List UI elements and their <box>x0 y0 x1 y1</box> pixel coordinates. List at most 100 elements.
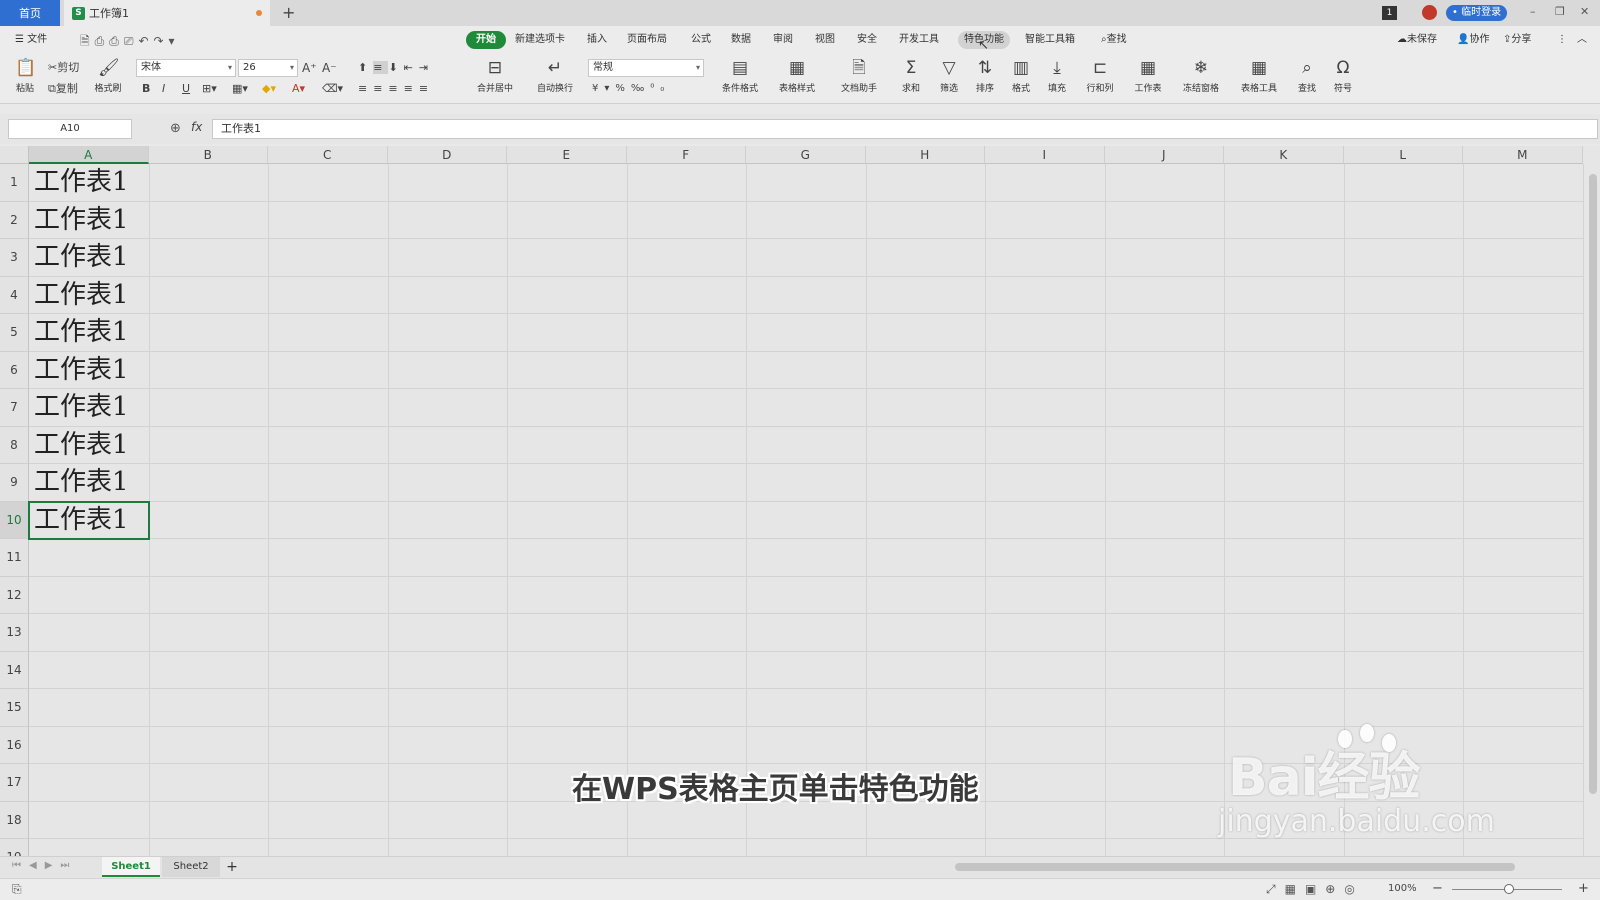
wrap-text-button[interactable]: ↵ 自动换行 <box>530 58 580 94</box>
tab-formulas[interactable]: 公式 <box>686 31 716 49</box>
row-header-8[interactable]: 8 <box>0 426 29 464</box>
tab-security[interactable]: 安全 <box>852 31 882 49</box>
more-icon[interactable]: ⋮ <box>1552 31 1572 49</box>
row-header-7[interactable]: 7 <box>0 389 29 427</box>
tab-developer[interactable]: 开发工具 <box>894 31 944 49</box>
vertical-align-icons[interactable]: ⬆≡⬇⇤⇥ <box>358 60 434 76</box>
row-header-2[interactable]: 2 <box>0 201 29 239</box>
column-header-l[interactable]: L <box>1343 146 1463 164</box>
sort-button[interactable]: ⇅ 排序 <box>970 58 1000 94</box>
column-header-j[interactable]: J <box>1104 146 1224 164</box>
cell-a1[interactable]: 工作表1 <box>30 164 148 202</box>
zoom-slider-knob[interactable] <box>1504 884 1514 894</box>
cell-a6[interactable]: 工作表1 <box>30 352 148 390</box>
horizontal-align-icons[interactable]: ≡≡≡≡≡ <box>358 81 434 97</box>
close-button[interactable]: ✕ <box>1580 5 1589 18</box>
cell-a4[interactable]: 工作表1 <box>30 277 148 315</box>
borders-icon[interactable]: ⊞▾ <box>202 81 217 97</box>
symbol-button[interactable]: Ω 符号 <box>1328 58 1358 94</box>
tab-new-tab[interactable]: 新建选项卡 <box>510 31 570 49</box>
restore-button[interactable]: ❐ <box>1555 5 1565 18</box>
column-header-f[interactable]: F <box>626 146 746 164</box>
tab-home[interactable]: 开始 <box>466 31 506 49</box>
avatar[interactable] <box>1422 5 1437 20</box>
row-header-16[interactable]: 16 <box>0 726 29 764</box>
collaborate-button[interactable]: 👤协作 <box>1452 31 1494 49</box>
column-header-h[interactable]: H <box>865 146 985 164</box>
column-header-i[interactable]: I <box>985 146 1105 164</box>
row-header-15[interactable]: 15 <box>0 689 29 727</box>
bold-button[interactable]: B <box>142 81 150 97</box>
cell-a5[interactable]: 工作表1 <box>30 314 148 352</box>
sum-button[interactable]: Σ 求和 <box>896 58 926 94</box>
fx-icon[interactable]: fx <box>191 120 202 134</box>
worksheet-button[interactable]: ▦ 工作表 <box>1128 58 1168 94</box>
row-header-4[interactable]: 4 <box>0 276 29 314</box>
copy-button[interactable]: ⧉复制 <box>48 81 78 97</box>
row-header-11[interactable]: 11 <box>0 539 29 577</box>
column-header-c[interactable]: C <box>268 146 388 164</box>
vertical-scrollbar[interactable] <box>1586 146 1600 856</box>
add-sheet-button[interactable]: + <box>222 857 242 877</box>
row-header-5[interactable]: 5 <box>0 314 29 352</box>
row-header-10[interactable]: 10 <box>0 501 29 539</box>
tab-data[interactable]: 数据 <box>726 31 756 49</box>
fill-button[interactable]: ⤓ 填充 <box>1042 58 1072 94</box>
row-header-13[interactable]: 13 <box>0 614 29 652</box>
table-tools-button[interactable]: ▦ 表格工具 <box>1234 58 1284 94</box>
cell-a7[interactable]: 工作表1 <box>30 389 148 427</box>
cell-a9[interactable]: 工作表1 <box>30 464 148 502</box>
number-format-icons[interactable]: ¥▾%‰⁰₀ <box>592 81 670 97</box>
tab-review[interactable]: 审阅 <box>768 31 798 49</box>
zoom-formula-icon[interactable]: ⊕ <box>170 121 181 136</box>
find-button[interactable]: ⌕ 查找 <box>1292 58 1322 94</box>
italic-button[interactable]: I <box>162 81 165 97</box>
column-header-b[interactable]: B <box>148 146 268 164</box>
minimize-button[interactable]: – <box>1530 5 1536 18</box>
row-header-12[interactable]: 12 <box>0 576 29 614</box>
row-header-17[interactable]: 17 <box>0 764 29 802</box>
macro-icon[interactable]: ⎘ <box>12 882 22 897</box>
row-header-19[interactable]: 19 <box>0 839 29 856</box>
horizontal-scroll-thumb[interactable] <box>955 863 1515 871</box>
sheet-nav-icons[interactable]: ⏮◀▶⏭ <box>12 860 77 871</box>
merge-center-button[interactable]: ⊟ 合并居中 <box>470 58 520 94</box>
decrease-font-icon[interactable]: A⁻ <box>322 60 337 76</box>
row-header-18[interactable]: 18 <box>0 801 29 839</box>
fill-color-icon[interactable]: ◆▾ <box>262 81 276 97</box>
cell-style-icon[interactable]: ▦▾ <box>232 81 248 97</box>
column-header-m[interactable]: M <box>1463 146 1583 164</box>
quick-access-toolbar[interactable]: 🗎⎙⎙⎚↶↷▾ <box>80 32 180 53</box>
increase-font-icon[interactable]: A⁺ <box>302 60 317 76</box>
format-button[interactable]: ▥ 格式 <box>1006 58 1036 94</box>
cell-a8[interactable]: 工作表1 <box>30 427 148 465</box>
table-style-button[interactable]: ▦ 表格样式 <box>772 58 822 94</box>
paste-button[interactable]: 📋 粘贴 <box>10 58 40 94</box>
vertical-scroll-thumb[interactable] <box>1589 174 1597 794</box>
row-header-9[interactable]: 9 <box>0 464 29 502</box>
tab-view[interactable]: 视图 <box>810 31 840 49</box>
tab-insert[interactable]: 插入 <box>582 31 612 49</box>
underline-button[interactable]: U <box>182 81 190 97</box>
view-mode-icons[interactable]: ⤢▦▣⊕◎ <box>1266 882 1364 897</box>
cell-a2[interactable]: 工作表1 <box>30 202 148 240</box>
sheet-tab-sheet2[interactable]: Sheet2 <box>162 857 220 877</box>
format-painter-button[interactable]: 🖌 格式刷 <box>92 58 124 94</box>
zoom-out-icon[interactable]: − <box>1432 881 1443 896</box>
row-header-3[interactable]: 3 <box>0 239 29 277</box>
doc-assistant-button[interactable]: 🗎 文档助手 <box>838 58 880 94</box>
number-format-select[interactable]: 常规 ▾ <box>588 59 704 77</box>
row-header-1[interactable]: 1 <box>0 164 29 202</box>
formula-input[interactable]: 工作表1 <box>212 119 1598 139</box>
share-button[interactable]: ⇪分享 <box>1498 31 1536 49</box>
font-name-select[interactable]: 宋体 ▾ <box>136 59 236 77</box>
font-size-select[interactable]: 26 ▾ <box>238 59 298 77</box>
select-all-corner[interactable] <box>0 146 29 164</box>
column-header-d[interactable]: D <box>387 146 507 164</box>
unsaved-button[interactable]: ☁未保存 <box>1392 31 1442 49</box>
file-menu[interactable]: ☰ 文件 <box>10 31 52 49</box>
column-header-k[interactable]: K <box>1224 146 1344 164</box>
zoom-level[interactable]: 100% <box>1388 883 1417 894</box>
column-header-e[interactable]: E <box>507 146 627 164</box>
home-tab[interactable]: 首页 <box>0 0 60 26</box>
